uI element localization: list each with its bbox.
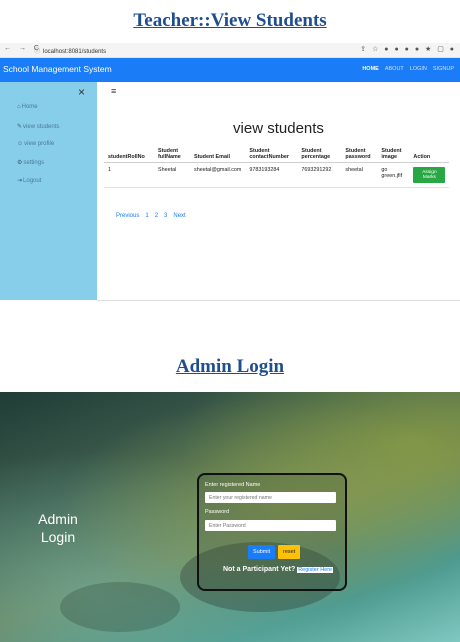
pager-page-2[interactable]: 2 bbox=[155, 213, 158, 219]
cell-roll: 1 bbox=[104, 162, 154, 188]
nav-link-home[interactable]: HOME bbox=[362, 66, 379, 72]
admin-title-line1: Admin bbox=[38, 511, 78, 527]
cell-action: Assign Marks bbox=[409, 162, 450, 188]
browser-toolbar: ← → C ⓘ localhost:8081/students ⇪ ☆ ● ● ●… bbox=[0, 43, 460, 58]
sidebar-item-view-students[interactable]: ✎view students bbox=[17, 123, 59, 130]
cell-email: sheetal@gmail.com bbox=[190, 162, 246, 188]
col-fullname: Student fullName bbox=[154, 146, 190, 163]
close-icon[interactable]: × bbox=[78, 85, 85, 99]
user-icon: ☺ bbox=[17, 141, 24, 147]
navbar-links: HOME ABOUT LOGIN SIGNUP bbox=[356, 66, 454, 72]
password-input[interactable] bbox=[205, 520, 336, 531]
nav-link-about[interactable]: ABOUT bbox=[385, 66, 404, 72]
url-host: localhost:8081 bbox=[43, 49, 82, 55]
cell-image: go green.jfif bbox=[377, 162, 410, 188]
sidebar-item-home[interactable]: ⌂Home bbox=[17, 104, 38, 110]
sidebar-item-label: Logout bbox=[23, 178, 42, 184]
home-icon: ⌂ bbox=[17, 104, 21, 110]
sidebar-item-settings[interactable]: ⚙settings bbox=[17, 159, 44, 166]
sidebar-item-label: view students bbox=[23, 124, 60, 130]
sidebar-item-logout[interactable]: ⇥Logout bbox=[17, 177, 41, 184]
submit-button[interactable]: Submit bbox=[248, 545, 276, 559]
admin-login-heading: Admin Login bbox=[175, 356, 285, 377]
navbar-brand[interactable]: School Management System bbox=[3, 64, 112, 74]
password-label: Password bbox=[205, 509, 230, 515]
not-participant-text: Not a Participant Yet? bbox=[223, 566, 296, 573]
col-action: Action bbox=[409, 146, 450, 163]
pager-previous[interactable]: Previous bbox=[116, 213, 139, 219]
admin-title-line2: Login bbox=[40, 529, 76, 545]
table-header-row: studentRollNo Student fullName Student E… bbox=[104, 146, 450, 163]
address-bar[interactable]: ⓘ localhost:8081/students bbox=[34, 46, 106, 55]
url-path: /students bbox=[81, 49, 107, 55]
register-prompt: Not a Participant Yet? Register Here bbox=[223, 566, 334, 573]
pager-page-1[interactable]: 1 bbox=[145, 213, 148, 219]
site-info-icon[interactable]: ⓘ bbox=[34, 49, 40, 55]
cell-contact: 9783193284 bbox=[245, 162, 298, 188]
cell-percentage: 7693291292 bbox=[297, 162, 342, 188]
assign-marks-button[interactable]: Assign Marks bbox=[413, 167, 446, 183]
reset-button[interactable]: reset bbox=[278, 545, 301, 559]
page-title: view students bbox=[233, 120, 324, 137]
admin-login-title: Admin Login bbox=[33, 510, 83, 546]
extension-icons[interactable]: ⇪ ☆ ● ● ● ● ★ ▢ ● bbox=[360, 45, 456, 53]
main-content: ≡ view students studentRollNo Student fu… bbox=[97, 82, 460, 301]
name-label: Enter registered Name bbox=[205, 482, 261, 488]
col-contact: Student contactNumber bbox=[245, 146, 298, 163]
admin-login-panel: Admin Login Enter registered Name Passwo… bbox=[0, 392, 460, 642]
sidebar-item-label: view profile bbox=[24, 141, 55, 147]
col-email: Student Email bbox=[190, 146, 246, 163]
nav-link-signup[interactable]: SIGNUP bbox=[433, 66, 454, 72]
col-roll-no: studentRollNo bbox=[104, 146, 154, 163]
cell-name: Sheetal bbox=[154, 162, 190, 188]
app-navbar: School Management System HOME ABOUT LOGIN S… bbox=[0, 58, 460, 82]
col-image: Student image bbox=[377, 146, 410, 163]
teacher-view-students-heading: Teacher::View Students bbox=[133, 10, 327, 31]
background-keyboard-image bbox=[60, 582, 180, 632]
sidebar-item-view-profile[interactable]: ☺view profile bbox=[17, 141, 54, 147]
sidebar-item-label: settings bbox=[23, 160, 45, 166]
login-form-card: Enter registered Name Password Submit re… bbox=[197, 473, 347, 591]
table-row: 1 Sheetal sheetal@gmail.com 9783193284 7… bbox=[104, 162, 450, 188]
register-link[interactable]: Register Here bbox=[297, 567, 334, 573]
pager-page-3[interactable]: 3 bbox=[164, 213, 167, 219]
sidebar-item-label: Home bbox=[21, 104, 38, 110]
registered-name-input[interactable] bbox=[205, 492, 336, 503]
students-table: studentRollNo Student fullName Student E… bbox=[104, 146, 450, 188]
col-password: Student password bbox=[341, 146, 378, 163]
sidebar: × ⌂Home ✎view students ☺view profile ⚙se… bbox=[0, 82, 97, 300]
cell-password: sheetal bbox=[341, 162, 378, 188]
logout-icon: ⇥ bbox=[17, 178, 23, 184]
nav-link-login[interactable]: LOGIN bbox=[410, 66, 427, 72]
gears-icon: ⚙ bbox=[17, 160, 23, 166]
col-percentage: Student percentage bbox=[297, 146, 342, 163]
hamburger-icon[interactable]: ≡ bbox=[111, 86, 116, 96]
pencil-icon: ✎ bbox=[17, 124, 23, 130]
pagination: Previous 1 2 3 Next bbox=[116, 213, 192, 219]
pager-next[interactable]: Next bbox=[173, 213, 185, 219]
